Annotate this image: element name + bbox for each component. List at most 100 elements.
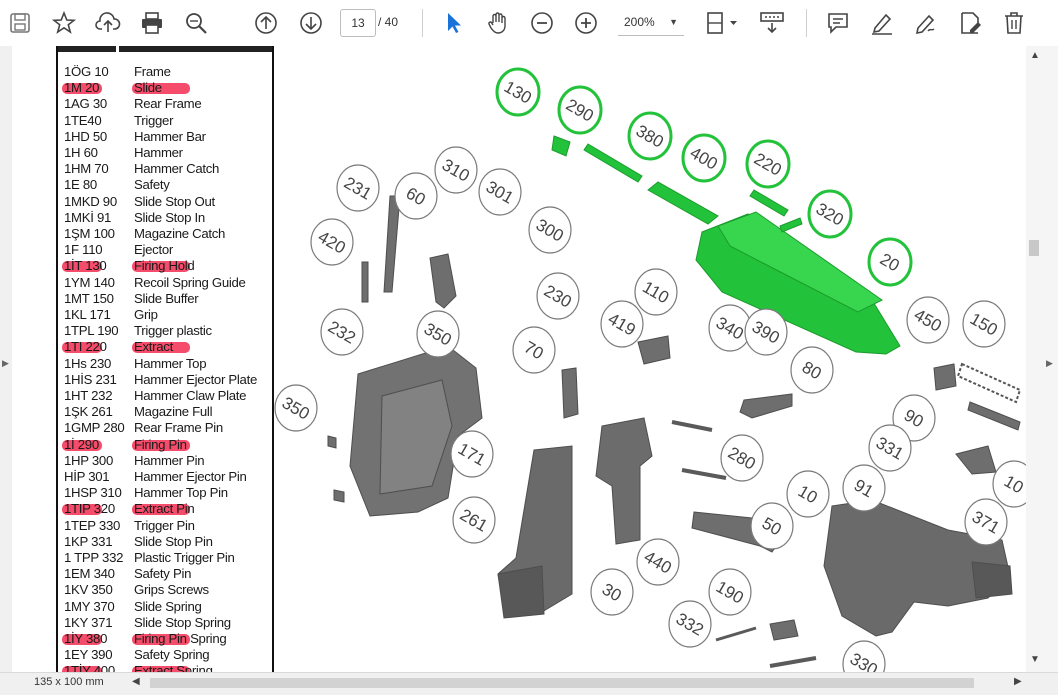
page-down-icon[interactable] xyxy=(297,9,325,37)
part-name: Recoil Spring Guide xyxy=(134,274,246,290)
callout: 280 xyxy=(720,434,764,482)
callout: 330 xyxy=(842,640,886,672)
magazine-base xyxy=(497,565,545,619)
part-name: Safety Pin xyxy=(134,566,192,582)
part-name: Trigger Pin xyxy=(134,517,195,533)
horizontal-scroll-thumb[interactable] xyxy=(150,678,974,688)
slide-stop xyxy=(739,393,793,419)
callout: 350 xyxy=(274,384,318,432)
callout: 332 xyxy=(668,600,712,648)
save-icon[interactable] xyxy=(6,9,34,37)
parts-list-table: 1ÖG 10 Frame 1M 20 Slide 1AG 30 Rear Frame 1TE… xyxy=(56,46,274,672)
page-up-icon[interactable] xyxy=(252,9,280,37)
part-code: 1KV 350 xyxy=(64,582,113,598)
part-name: Slide Buffer xyxy=(134,290,199,306)
chevron-right-icon[interactable]: ▶ xyxy=(2,358,9,369)
part-code: 1YM 140 xyxy=(64,274,115,290)
draw-sign-icon[interactable] xyxy=(912,9,940,37)
left-gutter: ▶ xyxy=(0,46,12,672)
callout: 150 xyxy=(962,300,1006,348)
part-code: 1Hs 230 xyxy=(64,355,112,371)
trigger-part xyxy=(955,445,997,475)
edit-text-icon[interactable] xyxy=(956,9,984,37)
part-code: 1ŞM 100 xyxy=(64,226,115,241)
scroll-up-icon[interactable]: ▲ xyxy=(1030,50,1040,61)
part-name: Hammer Pin xyxy=(134,452,205,468)
callout: 60 xyxy=(394,172,438,220)
part-name: Hammer Bar xyxy=(134,128,206,144)
rear-frame xyxy=(595,417,653,545)
part-code: 1KL 171 xyxy=(64,307,111,322)
screw-2 xyxy=(333,489,345,503)
part-code: 1ÖG 10 xyxy=(64,64,109,79)
part-code: 1M 20 xyxy=(64,80,100,96)
safety-part xyxy=(637,335,671,365)
callout: 80 xyxy=(790,346,834,394)
page-fit-icon[interactable] xyxy=(704,9,740,37)
part-name: Slide Stop Out xyxy=(134,193,215,209)
part-name: Safety Spring xyxy=(134,647,210,663)
callout: 331 xyxy=(868,424,912,472)
callout: 350 xyxy=(416,310,460,358)
print-icon[interactable] xyxy=(138,9,166,37)
pin-rods xyxy=(671,420,727,480)
part-code: 1GMP 280 xyxy=(64,420,125,436)
callout: 171 xyxy=(450,430,494,478)
part-name: Extract Spring xyxy=(134,663,213,672)
part-code: 1F 110 xyxy=(64,242,103,258)
scroll-thumb[interactable] xyxy=(1029,240,1039,256)
zoom-value: 200% xyxy=(624,15,655,29)
bookmark-star-icon[interactable] xyxy=(50,9,78,37)
chevron-right-icon[interactable]: ▶ xyxy=(1046,358,1053,369)
part-name: Slide Stop Spring xyxy=(134,614,231,630)
callout: 10 xyxy=(992,460,1026,508)
screw xyxy=(327,435,337,449)
vertical-scrollbar[interactable]: ▲ ▶ ▼ xyxy=(1026,46,1058,672)
part-name: Hammer Ejector Plate xyxy=(134,371,257,387)
trash-icon[interactable] xyxy=(1000,9,1028,37)
table-top-border xyxy=(58,46,272,52)
zoom-select[interactable]: 200% ▼ xyxy=(618,9,684,36)
scroll-left-icon[interactable]: ◀ xyxy=(132,676,140,687)
part-name: Hammer Ejector Pin xyxy=(134,469,247,484)
scroll-mode-icon[interactable] xyxy=(758,9,786,37)
callout: 232 xyxy=(320,308,364,356)
recoil-guide xyxy=(967,401,1021,431)
callout: 371 xyxy=(964,498,1008,546)
zoom-search-icon[interactable] xyxy=(182,9,210,37)
part-code: 1HT 232 xyxy=(64,388,113,403)
part-code: 1MT 150 xyxy=(64,290,114,306)
part-name: Slide xyxy=(134,80,162,96)
document-page: 1ÖG 10 Frame 1M 20 Slide 1AG 30 Rear Frame 1TE… xyxy=(12,46,1026,672)
upload-cloud-icon[interactable] xyxy=(94,9,122,37)
select-arrow-icon[interactable] xyxy=(440,9,468,37)
hand-tool-icon[interactable] xyxy=(484,9,512,37)
zoom-out-icon[interactable] xyxy=(528,9,556,37)
callout: 310 xyxy=(434,146,478,194)
part-name: Rear Frame Pin xyxy=(134,420,223,436)
callout: 420 xyxy=(310,218,354,266)
zoom-in-icon[interactable] xyxy=(572,9,600,37)
part-name: Hammer Top xyxy=(134,355,207,371)
callout: 301 xyxy=(478,168,522,216)
comment-icon[interactable] xyxy=(824,9,852,37)
part-code: 1TE40 xyxy=(64,112,102,128)
callout: 231 xyxy=(336,164,380,212)
part-name: Firing Pin xyxy=(134,436,187,452)
part-name: Slide Spring xyxy=(134,598,202,614)
part-code: 1MKD 90 xyxy=(64,193,117,209)
page-number-input[interactable]: 13 xyxy=(340,9,376,37)
part-code: 1EY 390 xyxy=(64,647,113,663)
pin-green-320 xyxy=(779,217,803,233)
pin-rod xyxy=(361,261,369,303)
scroll-down-icon[interactable]: ▼ xyxy=(1030,654,1040,665)
part-code: 1TİY 400 xyxy=(64,663,115,672)
highlight-pen-icon[interactable] xyxy=(868,9,896,37)
part-name: Hammer Catch xyxy=(134,161,220,177)
firing-hold-green xyxy=(551,135,571,157)
exploded-parts-diagram: 231 60310301420 300230232 350110419 340 390 45… xyxy=(274,67,1026,672)
scroll-right-icon[interactable]: ▶ xyxy=(1014,676,1022,687)
part-code: 1TPL 190 xyxy=(64,323,119,339)
toolbar: 13 / 40 200% ▼ xyxy=(0,0,1058,47)
callout: 110 xyxy=(634,268,678,316)
